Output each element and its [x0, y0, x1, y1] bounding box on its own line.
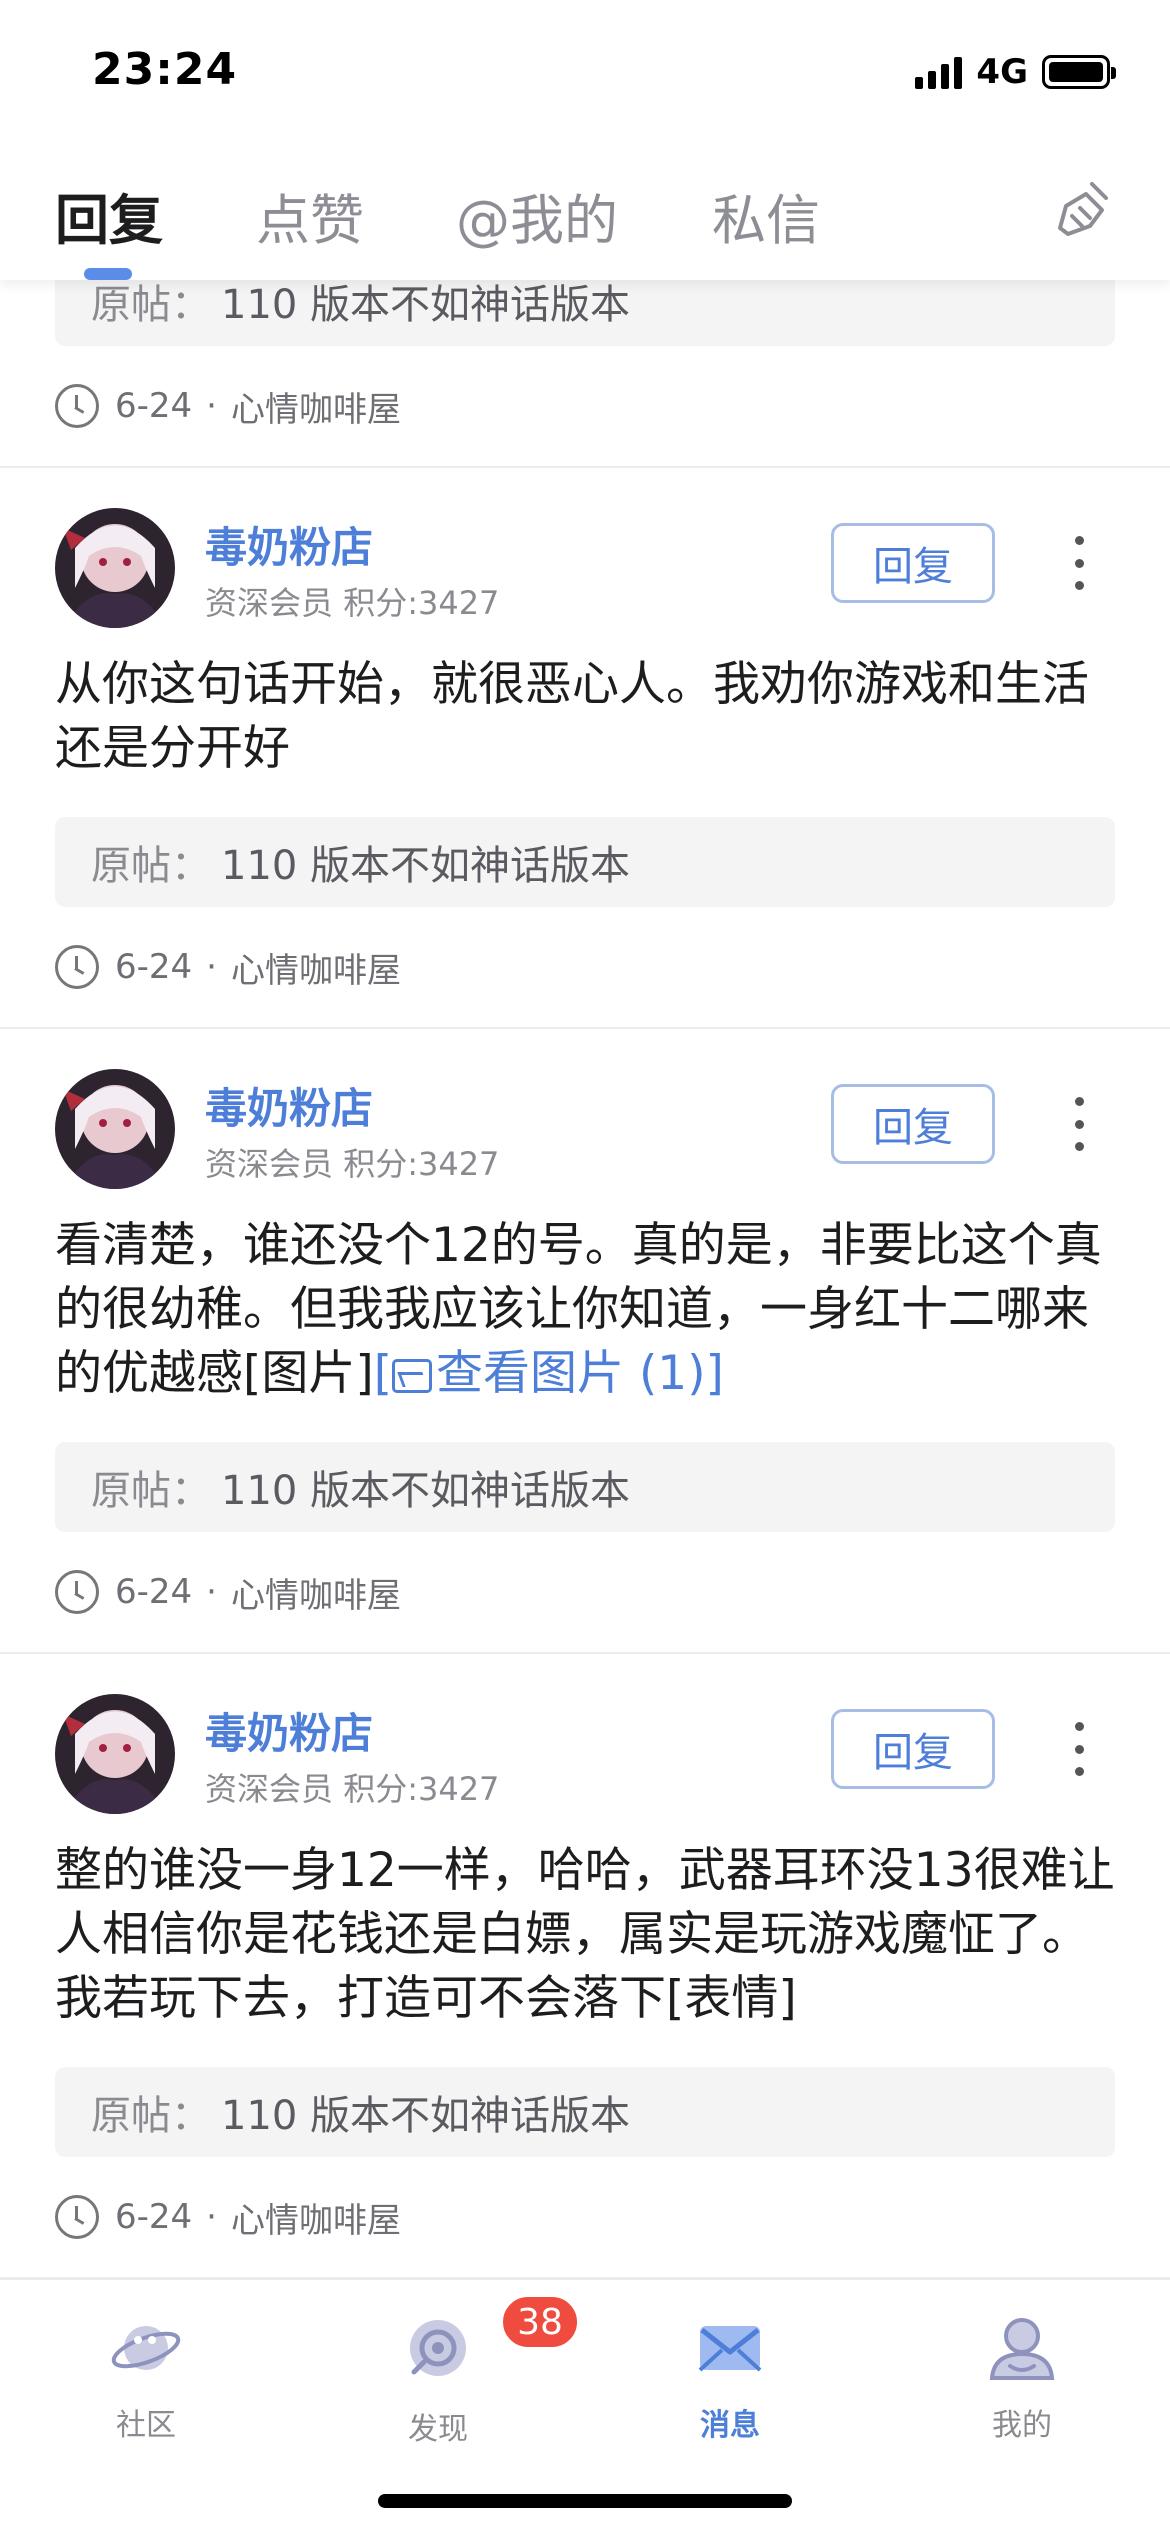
clock-icon	[55, 384, 99, 428]
view-image-label: 查看图片 (1)]	[436, 1346, 724, 1401]
more-options-icon[interactable]	[1073, 1722, 1085, 1776]
username[interactable]: 毒奶粉店	[205, 1700, 373, 1761]
post-date: 6-24	[115, 2197, 193, 2237]
origin-post[interactable]: 原帖： 110 版本不如神话版本	[55, 817, 1115, 907]
avatar[interactable]	[55, 1069, 175, 1189]
list-item[interactable]: 毒奶粉店 资深会员 积分:3427 回复 整的谁没一身12一样，哈哈，武器耳环没…	[0, 1654, 1170, 2278]
signal-icon	[915, 55, 963, 89]
post-footer: 6-24 · 心情咖啡屋	[55, 2157, 1115, 2277]
nav-label: 社区	[116, 2408, 176, 2443]
home-indicator[interactable]	[378, 2494, 792, 2508]
status-icons: 4G	[915, 52, 1116, 92]
profile-icon	[989, 2318, 1055, 2380]
reply-button[interactable]: 回复	[831, 1084, 995, 1164]
separator: ·	[206, 1572, 217, 1612]
forum-name[interactable]: 心情咖啡屋	[231, 382, 401, 431]
clock-icon	[55, 1570, 99, 1614]
user-meta: 资深会员 积分:3427	[205, 1764, 499, 1810]
member-score: 积分:3427	[343, 584, 500, 622]
member-level: 资深会员	[205, 1145, 334, 1183]
view-image-link[interactable]: [ 查看图片 (1)]	[374, 1346, 724, 1401]
clock-icon	[55, 2195, 99, 2239]
member-level: 资深会员	[205, 584, 334, 622]
reply-content: 从你这句话开始，就很恶心人。我劝你游戏和生活还是分开好	[55, 657, 1089, 776]
avatar[interactable]	[55, 508, 175, 628]
reply-button[interactable]: 回复	[831, 1709, 995, 1789]
post-footer: 6-24 · 心情咖啡屋	[55, 346, 1115, 466]
tab-private-messages[interactable]: 私信	[712, 176, 820, 255]
forum-name[interactable]: 心情咖啡屋	[231, 2193, 401, 2242]
image-icon	[392, 1359, 433, 1393]
origin-title: 110 版本不如神话版本	[221, 843, 631, 889]
mail-icon	[698, 2326, 762, 2372]
post-header: 毒奶粉店 资深会员 积分:3427 回复	[55, 468, 1115, 628]
origin-title: 110 版本不如神话版本	[221, 282, 631, 328]
message-tabs: 回复 点赞 @我的 私信	[0, 150, 1170, 280]
post-footer: 6-24 · 心情咖啡屋	[55, 907, 1115, 1027]
post-header: 毒奶粉店 资深会员 积分:3427 回复	[55, 1654, 1115, 1814]
origin-post[interactable]: 原帖： 110 版本不如神话版本	[55, 2067, 1115, 2157]
origin-label: 原帖：	[91, 2093, 211, 2139]
status-bar: 23:24 4G	[0, 0, 1170, 150]
user-meta: 资深会员 积分:3427	[205, 578, 499, 624]
member-score: 积分:3427	[343, 1770, 500, 1808]
forum-name[interactable]: 心情咖啡屋	[231, 1568, 401, 1617]
origin-label: 原帖：	[91, 1468, 211, 1514]
discover-icon-wrap: 38	[400, 2294, 580, 2390]
nav-label: 消息	[700, 2408, 760, 2443]
reply-feed[interactable]: 原帖： 110 版本不如神话版本 6-24 · 心情咖啡屋 毒奶粉店 资深会员 …	[0, 280, 1170, 2278]
battery-icon	[1042, 55, 1116, 89]
username[interactable]: 毒奶粉店	[205, 1075, 373, 1136]
reply-content: 看清楚，谁还没个12的号。真的是，非要比这个真的很幼稚。但我我应该让你知道，一身…	[55, 1164, 1115, 1406]
nav-label: 发现	[408, 2412, 468, 2447]
more-options-icon[interactable]	[1073, 536, 1085, 590]
nav-messages[interactable]: 消息	[650, 2310, 810, 2444]
reply-button[interactable]: 回复	[831, 523, 995, 603]
user-meta: 资深会员 积分:3427	[205, 1139, 499, 1185]
link-bracket: [	[373, 1346, 393, 1401]
username[interactable]: 毒奶粉店	[205, 514, 373, 575]
separator: ·	[206, 386, 217, 426]
list-item[interactable]: 原帖： 110 版本不如神话版本 6-24 · 心情咖啡屋	[0, 280, 1170, 468]
origin-post[interactable]: 原帖： 110 版本不如神话版本	[55, 280, 1115, 346]
network-type: 4G	[976, 52, 1028, 92]
planet-icon	[111, 2326, 181, 2370]
status-time: 23:24	[92, 44, 238, 95]
origin-label: 原帖：	[91, 282, 211, 328]
nav-community[interactable]: 社区	[66, 2310, 226, 2444]
origin-post[interactable]: 原帖： 110 版本不如神话版本	[55, 1442, 1115, 1532]
post-date: 6-24	[115, 947, 193, 987]
tab-likes[interactable]: 点赞	[256, 176, 364, 255]
post-date: 6-24	[115, 1572, 193, 1612]
more-options-icon[interactable]	[1073, 1097, 1085, 1151]
separator: ·	[206, 2197, 217, 2237]
origin-title: 110 版本不如神话版本	[221, 1468, 631, 1514]
origin-title: 110 版本不如神话版本	[221, 2093, 631, 2139]
avatar[interactable]	[55, 1694, 175, 1814]
tab-mentions[interactable]: @我的	[456, 176, 618, 255]
post-header: 毒奶粉店 资深会员 积分:3427 回复	[55, 1029, 1115, 1189]
clock-icon	[55, 945, 99, 989]
list-item[interactable]: 毒奶粉店 资深会员 积分:3427 回复 从你这句话开始，就很恶心人。我劝你游戏…	[0, 468, 1170, 1029]
nav-discover[interactable]: 38 发现	[358, 2294, 580, 2448]
notification-badge: 38	[500, 2294, 580, 2350]
forum-name[interactable]: 心情咖啡屋	[231, 943, 401, 992]
list-item[interactable]: 毒奶粉店 资深会员 积分:3427 回复 看清楚，谁还没个12的号。真的是，非要…	[0, 1029, 1170, 1654]
reply-content: 整的谁没一身12一样，哈哈，武器耳环没13很难让人相信你是花钱还是白嫖，属实是玩…	[55, 1843, 1115, 2026]
nav-profile[interactable]: 我的	[942, 2310, 1102, 2444]
origin-label: 原帖：	[91, 843, 211, 889]
post-footer: 6-24 · 心情咖啡屋	[55, 1532, 1115, 1652]
tab-active-indicator	[84, 268, 132, 280]
member-score: 积分:3427	[343, 1145, 500, 1183]
separator: ·	[206, 947, 217, 987]
discover-icon	[410, 2320, 466, 2376]
clear-broom-icon[interactable]	[1046, 174, 1122, 250]
post-date: 6-24	[115, 386, 193, 426]
tab-reply[interactable]: 回复	[55, 176, 163, 255]
nav-label: 我的	[992, 2408, 1052, 2443]
member-level: 资深会员	[205, 1770, 334, 1808]
